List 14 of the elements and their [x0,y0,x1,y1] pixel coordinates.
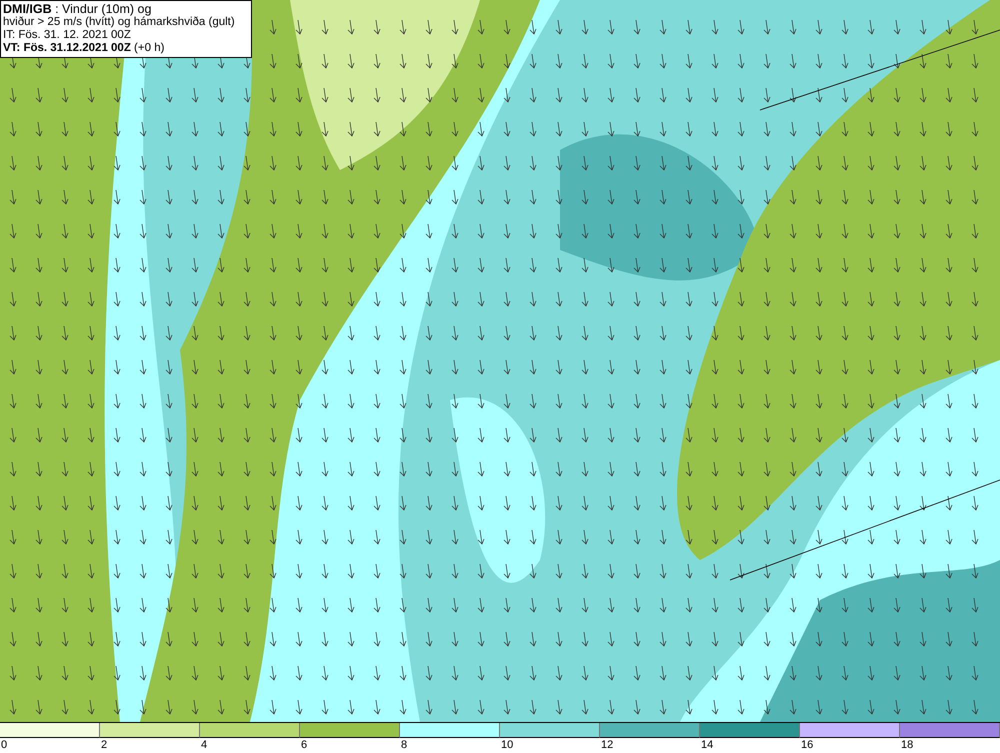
legend-label: 0 [1,738,8,752]
info-text: hviður > 25 m/s (hvítt) og hámarkshviða (gult) [3,16,236,29]
legend-label: 12 [601,738,614,752]
info-text: IT: Fös. 31. 12. 2021 00Z [3,29,132,42]
legend-label: 6 [301,738,308,752]
legend-label: 10 [501,738,514,752]
legend-label: 14 [701,738,714,752]
legend-label: 16 [801,738,814,752]
legend-label: 4 [201,738,208,752]
info-text: VT: Fös. 31.12.2021 00Z (+0 h) [3,42,166,55]
info-text: DMI/IGB : Vindur (10m) og [3,2,152,16]
legend-label: 2 [101,738,108,752]
legend-label: 18 [901,738,914,752]
legend-label: 8 [401,738,408,752]
